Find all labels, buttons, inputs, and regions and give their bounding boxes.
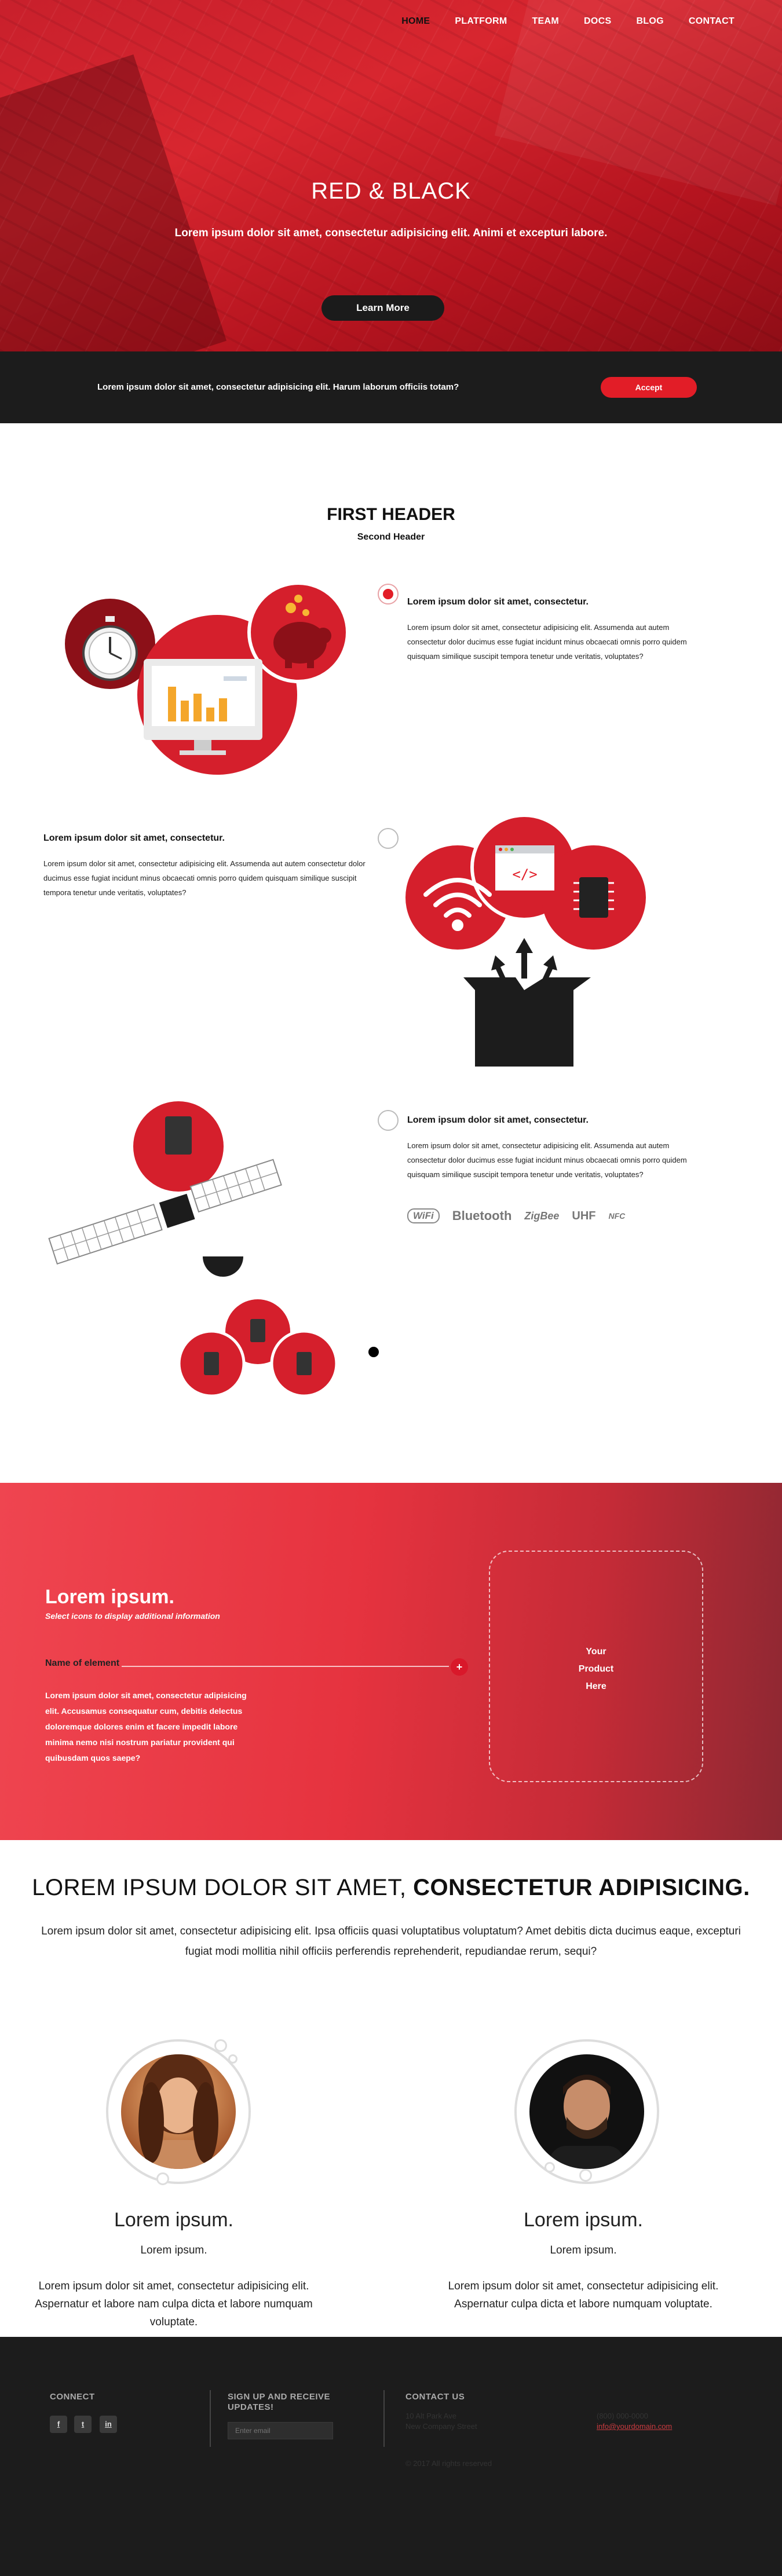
section-header: FIRST HEADER (327, 505, 455, 524)
uhf-logo: UHF (572, 1209, 596, 1222)
feature-1-title: Lorem ipsum dolor sit amet, consectetur. (407, 597, 589, 607)
team-member-2-name: Lorem ipsum. (524, 2209, 643, 2231)
bluetooth-logo: Bluetooth (452, 1208, 512, 1223)
wifi-logo: WiFi (407, 1208, 440, 1223)
footer-email-link[interactable]: info@yourdomain.com (597, 2422, 672, 2431)
footer-divider (383, 2390, 385, 2447)
device-icon-1 (250, 1319, 265, 1342)
element-divider (122, 1666, 449, 1667)
ring-dot (545, 2162, 555, 2172)
footer-address: 10 Alt Park Ave New Company Street (405, 2412, 477, 2431)
feature-3-title: Lorem ipsum dolor sit amet, consectetur. (407, 1115, 589, 1125)
nav-home[interactable]: HOME (401, 16, 430, 27)
nav-blog[interactable]: BLOG (636, 16, 663, 27)
ring-dot (156, 2172, 169, 2185)
ring-dot (579, 2169, 592, 2182)
team-avatar-ring-2 (514, 2039, 659, 2184)
expand-plus-icon[interactable]: + (451, 1658, 468, 1676)
nav-team[interactable]: TEAM (532, 16, 559, 27)
hero-title: RED & BLACK (311, 178, 471, 204)
device-icon-2 (204, 1352, 219, 1375)
product-placeholder-text: Your Product Here (578, 1647, 614, 1691)
linkedin-icon[interactable]: in (100, 2416, 117, 2433)
feature-1-text: Lorem ipsum dolor sit amet, consectetur … (407, 623, 687, 661)
connectivity-illustration: </> (405, 816, 646, 1067)
avatar-2[interactable] (517, 2042, 657, 2182)
element-name: Name of element (45, 1658, 120, 1668)
twitter-icon[interactable]: t (74, 2416, 92, 2433)
arrows-icon (491, 938, 557, 984)
product-placeholder-box: Your Product Here (489, 1551, 703, 1782)
footer-signup-heading: SIGN UP AND RECEIVE UPDATES! (228, 2392, 331, 2412)
email-field[interactable] (228, 2422, 333, 2439)
tech-logos-row: WiFi Bluetooth ZigBee UHF NFC (407, 1208, 625, 1223)
team-member-1: Lorem ipsum. Lorem ipsum. Lorem ipsum do… (0, 2209, 348, 2331)
promo-title: Lorem ipsum. (45, 1586, 174, 1608)
nfc-logo: NFC (608, 1211, 626, 1221)
footer-divider (210, 2390, 211, 2447)
avatar-1[interactable] (108, 2042, 249, 2182)
main-nav: HOME PLATFORM TEAM DOCS BLOG CONTACT (401, 16, 735, 27)
ring-dot (214, 2039, 227, 2052)
footer-contact-heading: CONTACT US (405, 2392, 465, 2402)
team-member-2-bio: Lorem ipsum dolor sit amet, consectetur … (448, 2280, 719, 2310)
feature-2-text: Lorem ipsum dolor sit amet, consectetur … (43, 859, 366, 897)
team-member-1-name: Lorem ipsum. (114, 2209, 233, 2231)
footer-phone: (800) 000-0000 (597, 2412, 648, 2420)
nav-platform[interactable]: PLATFORM (455, 16, 507, 27)
cookie-text: Lorem ipsum dolor sit amet, consectetur … (97, 382, 459, 392)
accept-button[interactable]: Accept (601, 377, 697, 398)
device-icon-3 (297, 1352, 312, 1375)
about-heading-bold: CONSECTETUR ADIPISICING. (413, 1875, 750, 1900)
team-member-2: Lorem ipsum. Lorem ipsum. Lorem ipsum do… (410, 2209, 757, 2313)
chip-icon (573, 877, 614, 918)
section-subheader: Second Header (357, 532, 425, 542)
feature-2-title: Lorem ipsum dolor sit amet, consectetur. (43, 833, 225, 843)
hero-subtitle: Lorem ipsum dolor sit amet, consectetur … (174, 227, 608, 239)
element-description: Lorem ipsum dolor sit amet, consectetur … (45, 1691, 247, 1762)
satellite-icon (48, 1116, 282, 1277)
hero-section: HOME PLATFORM TEAM DOCS BLOG CONTACT RED… (0, 0, 782, 351)
feature-1-radio[interactable] (378, 584, 399, 604)
promo-subtitle: Select icons to display additional infor… (45, 1611, 220, 1621)
footer: CONNECT f t in SIGN UP AND RECEIVE UPDAT… (0, 2337, 782, 2576)
facebook-icon[interactable]: f (50, 2416, 67, 2433)
feature-3-text: Lorem ipsum dolor sit amet, consectetur … (407, 1141, 687, 1179)
code-window-icon: </> (495, 845, 554, 891)
feature-1: Lorem ipsum dolor sit amet, consectetur.… (407, 597, 708, 664)
box-icon (463, 977, 591, 1067)
analytics-illustration (65, 581, 349, 775)
team-member-1-role: Lorem ipsum. (140, 2244, 207, 2256)
svg-text:</>: </> (512, 866, 537, 882)
feature-2-radio[interactable] (378, 828, 399, 849)
zigbee-logo: ZigBee (524, 1210, 560, 1222)
feature-2: Lorem ipsum dolor sit amet, consectetur.… (43, 833, 368, 900)
nav-contact[interactable]: CONTACT (689, 16, 735, 27)
footer-copyright: © 2017 All rights reserved (405, 2459, 492, 2468)
cookie-bar: Lorem ipsum dolor sit amet, consectetur … (0, 351, 782, 423)
learn-more-button[interactable]: Learn More (321, 295, 444, 321)
dot-decoration (368, 1347, 379, 1357)
team-member-1-bio: Lorem ipsum dolor sit amet, consectetur … (35, 2280, 313, 2328)
nav-docs[interactable]: DOCS (584, 16, 611, 27)
feature-3-radio[interactable] (378, 1110, 399, 1131)
about-heading: LOREM IPSUM DOLOR SIT AMET, CONSECTETUR … (0, 1875, 782, 1901)
promo-section: Lorem ipsum. Select icons to display add… (0, 1483, 782, 1840)
footer-connect-heading: CONNECT (50, 2392, 95, 2402)
about-text: Lorem ipsum dolor sit amet, consectetur … (41, 1925, 741, 1958)
ring-dot (228, 2054, 237, 2064)
satellite-illustration (48, 1101, 379, 1398)
team-member-2-role: Lorem ipsum. (550, 2244, 617, 2256)
about-heading-light: LOREM IPSUM DOLOR SIT AMET, (32, 1875, 414, 1900)
feature-3: Lorem ipsum dolor sit amet, consectetur.… (407, 1115, 708, 1182)
